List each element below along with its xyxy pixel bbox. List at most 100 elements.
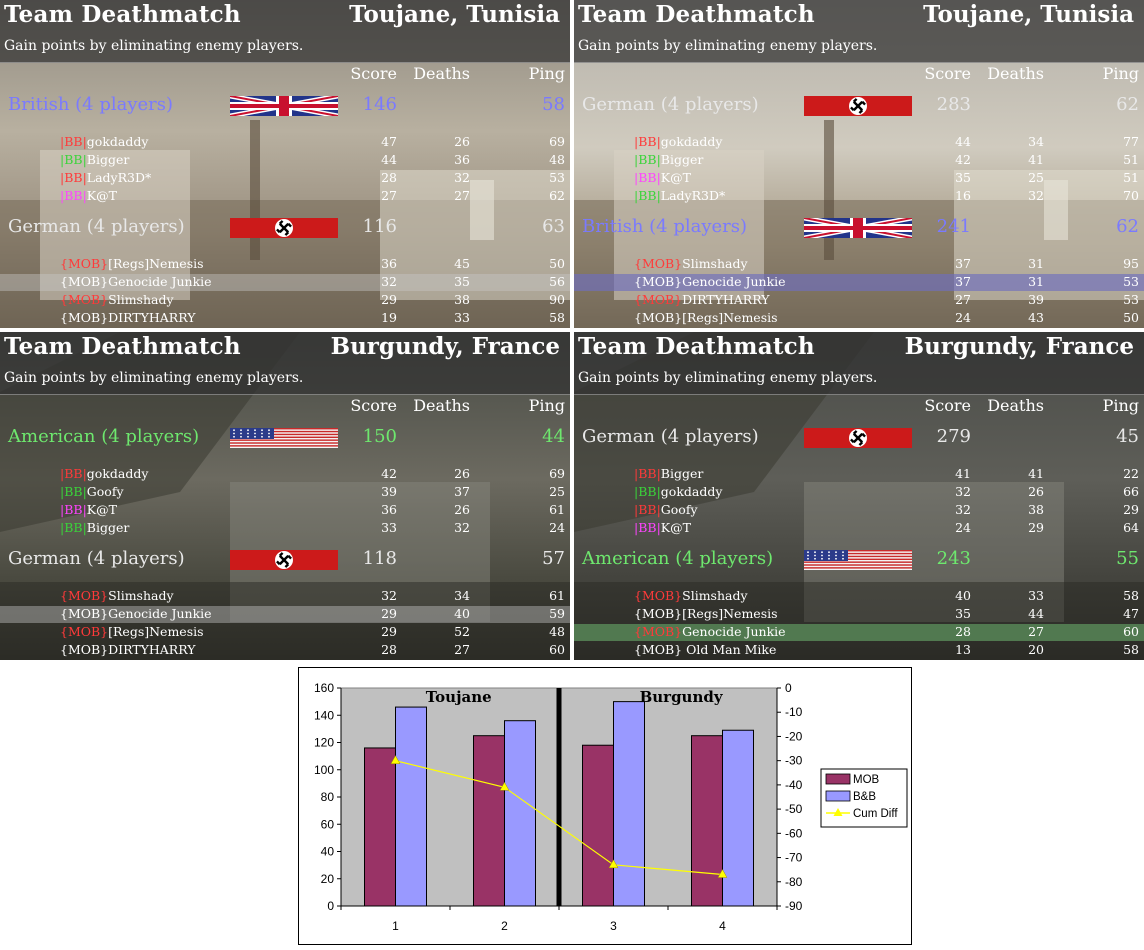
scoreboard-panel: Team Deathmatch Toujane, Tunisia Gain poin… [574,0,1144,328]
player-name: {MOB}Slimshady [634,588,748,603]
y2-tick-label: -60 [785,826,803,840]
player-row[interactable]: |BB|gokdaddy 42 26 69 [0,466,570,483]
player-score: 28 [381,170,397,185]
player-name: |BB|LadyR3D* [60,170,151,185]
player-row[interactable]: |BB|gokdaddy 47 26 69 [0,134,570,151]
player-row[interactable]: {MOB}Genocide Junkie 37 31 53 [574,274,1144,291]
player-row[interactable]: |BB|Bigger 44 36 48 [0,152,570,169]
player-row[interactable]: {MOB}[Regs]Nemesis 36 45 50 [0,256,570,273]
player-row[interactable]: |BB|K@T 24 29 64 [574,520,1144,537]
player-ping: 95 [1123,256,1139,271]
player-row[interactable]: |BB|Goofy 39 37 25 [0,484,570,501]
player-row[interactable]: |BB|K@T 27 27 62 [0,188,570,205]
map-name: Toujane, Tunisia [349,1,560,28]
player-nick: K@T [86,502,117,517]
player-nick: DIRTYHARRY [682,292,770,307]
player-ping: 53 [549,170,565,185]
mode-description: Gain points by eliminating enemy players… [578,370,878,386]
player-row[interactable]: {MOB}Genocide Junkie 28 27 60 [574,624,1144,641]
mode-description: Gain points by eliminating enemy players… [578,38,878,54]
player-row[interactable]: {MOB}[Regs]Nemesis 29 52 48 [0,624,570,641]
clan-tag: |BB| [634,484,661,499]
y-tick-label: 140 [314,708,334,722]
clan-tag: |BB| [60,520,87,535]
player-deaths: 38 [1028,502,1044,517]
game-mode-title: Team Deathmatch [578,1,815,28]
player-nick: Slimshady [682,256,748,271]
player-row[interactable]: |BB|Bigger 41 41 22 [574,466,1144,483]
player-score: 41 [955,466,971,481]
player-name: {MOB}[Regs]Nemesis [634,310,778,325]
player-name: |BB|K@T [634,170,691,185]
player-row[interactable]: {MOB} Old Man Mike 13 20 58 [574,642,1144,659]
player-name: {MOB}DIRTYHARRY [634,292,770,307]
player-ping: 64 [1123,520,1139,535]
legend-swatch [825,790,851,802]
player-score: 47 [381,134,397,149]
deaths-column-header: Deaths [413,396,470,415]
player-row[interactable]: |BB|Bigger 42 41 51 [574,152,1144,169]
player-score: 37 [955,256,971,271]
player-row[interactable]: {MOB}Genocide Junkie 32 35 56 [0,274,570,291]
clan-tag: {MOB} [60,256,109,271]
deaths-column-header: Deaths [413,64,470,83]
clan-tag: {MOB} [634,256,683,271]
player-row[interactable]: |BB|Bigger 33 32 24 [0,520,570,537]
y2-tick-label: -10 [785,705,803,719]
player-row[interactable]: {MOB}[Regs]Nemesis 24 43 50 [574,310,1144,327]
player-name: {MOB} Old Man Mike [634,642,776,657]
player-row[interactable]: |BB|K@T 36 26 61 [0,502,570,519]
player-nick: Slimshady [108,588,174,603]
player-score: 36 [381,256,397,271]
player-score: 32 [381,588,397,603]
player-name: |BB|Goofy [60,484,124,499]
team-score: 150 [362,426,397,447]
player-row[interactable]: |BB|LadyR3D* 28 32 53 [0,170,570,187]
player-row[interactable]: {MOB}Slimshady 40 33 58 [574,588,1144,605]
player-row[interactable]: |BB|gokdaddy 44 34 77 [574,134,1144,151]
player-nick: Bigger [86,152,130,167]
player-row[interactable]: {MOB}Slimshady 29 38 90 [0,292,570,309]
player-ping: 59 [549,606,565,621]
clan-tag: {MOB} [60,310,109,325]
player-row[interactable]: |BB|Goofy 32 38 29 [574,502,1144,519]
player-score: 42 [955,152,971,167]
player-score: 37 [955,274,971,289]
player-score: 13 [955,642,971,657]
player-row[interactable]: |BB|K@T 35 25 51 [574,170,1144,187]
player-nick: Slimshady [108,292,174,307]
player-deaths: 27 [454,188,470,203]
player-ping: 58 [549,310,565,325]
player-row[interactable]: |BB|LadyR3D* 16 32 70 [574,188,1144,205]
player-row[interactable]: {MOB}Genocide Junkie 29 40 59 [0,606,570,623]
player-row[interactable]: {MOB}[Regs]Nemesis 35 44 47 [574,606,1144,623]
player-nick: Bigger [660,466,704,481]
y2-tick-label: -20 [785,729,803,743]
mode-description: Gain points by eliminating enemy players… [4,370,304,386]
score-chart-svg: 0 20 40 60 80 100 120 140 160 0 -10 -20 -30 -40 -50 -60… [314,681,908,933]
player-deaths: 29 [1028,520,1044,535]
player-nick: [Regs]Nemesis [682,606,778,621]
player-name: |BB|gokdaddy [60,134,148,149]
clan-tag: {MOB} [60,588,109,603]
player-row[interactable]: {MOB}Slimshady 37 31 95 [574,256,1144,273]
player-nick: Genocide Junkie [108,274,212,289]
player-deaths: 25 [1028,170,1044,185]
player-score: 32 [955,484,971,499]
y2-tick-label: -80 [785,875,803,889]
player-row[interactable]: {MOB}DIRTYHARRY 19 33 58 [0,310,570,327]
player-row[interactable]: {MOB}DIRTYHARRY 28 27 60 [0,642,570,659]
team-ping: 62 [1116,94,1139,115]
team-name: British (4 players) [8,94,174,115]
player-deaths: 43 [1028,310,1044,325]
player-name: {MOB}Slimshady [634,256,748,271]
player-name: {MOB}[Regs]Nemesis [634,606,778,621]
player-deaths: 26 [454,134,470,149]
scoreboard-panel: Team Deathmatch Burgundy, France Gain poin… [0,332,570,660]
player-row[interactable]: {MOB}Slimshady 32 34 61 [0,588,570,605]
player-row[interactable]: {MOB}DIRTYHARRY 27 39 53 [574,292,1144,309]
player-ping: 69 [549,134,565,149]
clan-tag: {MOB} [60,642,109,657]
player-name: |BB|K@T [634,520,691,535]
player-row[interactable]: |BB|gokdaddy 32 26 66 [574,484,1144,501]
